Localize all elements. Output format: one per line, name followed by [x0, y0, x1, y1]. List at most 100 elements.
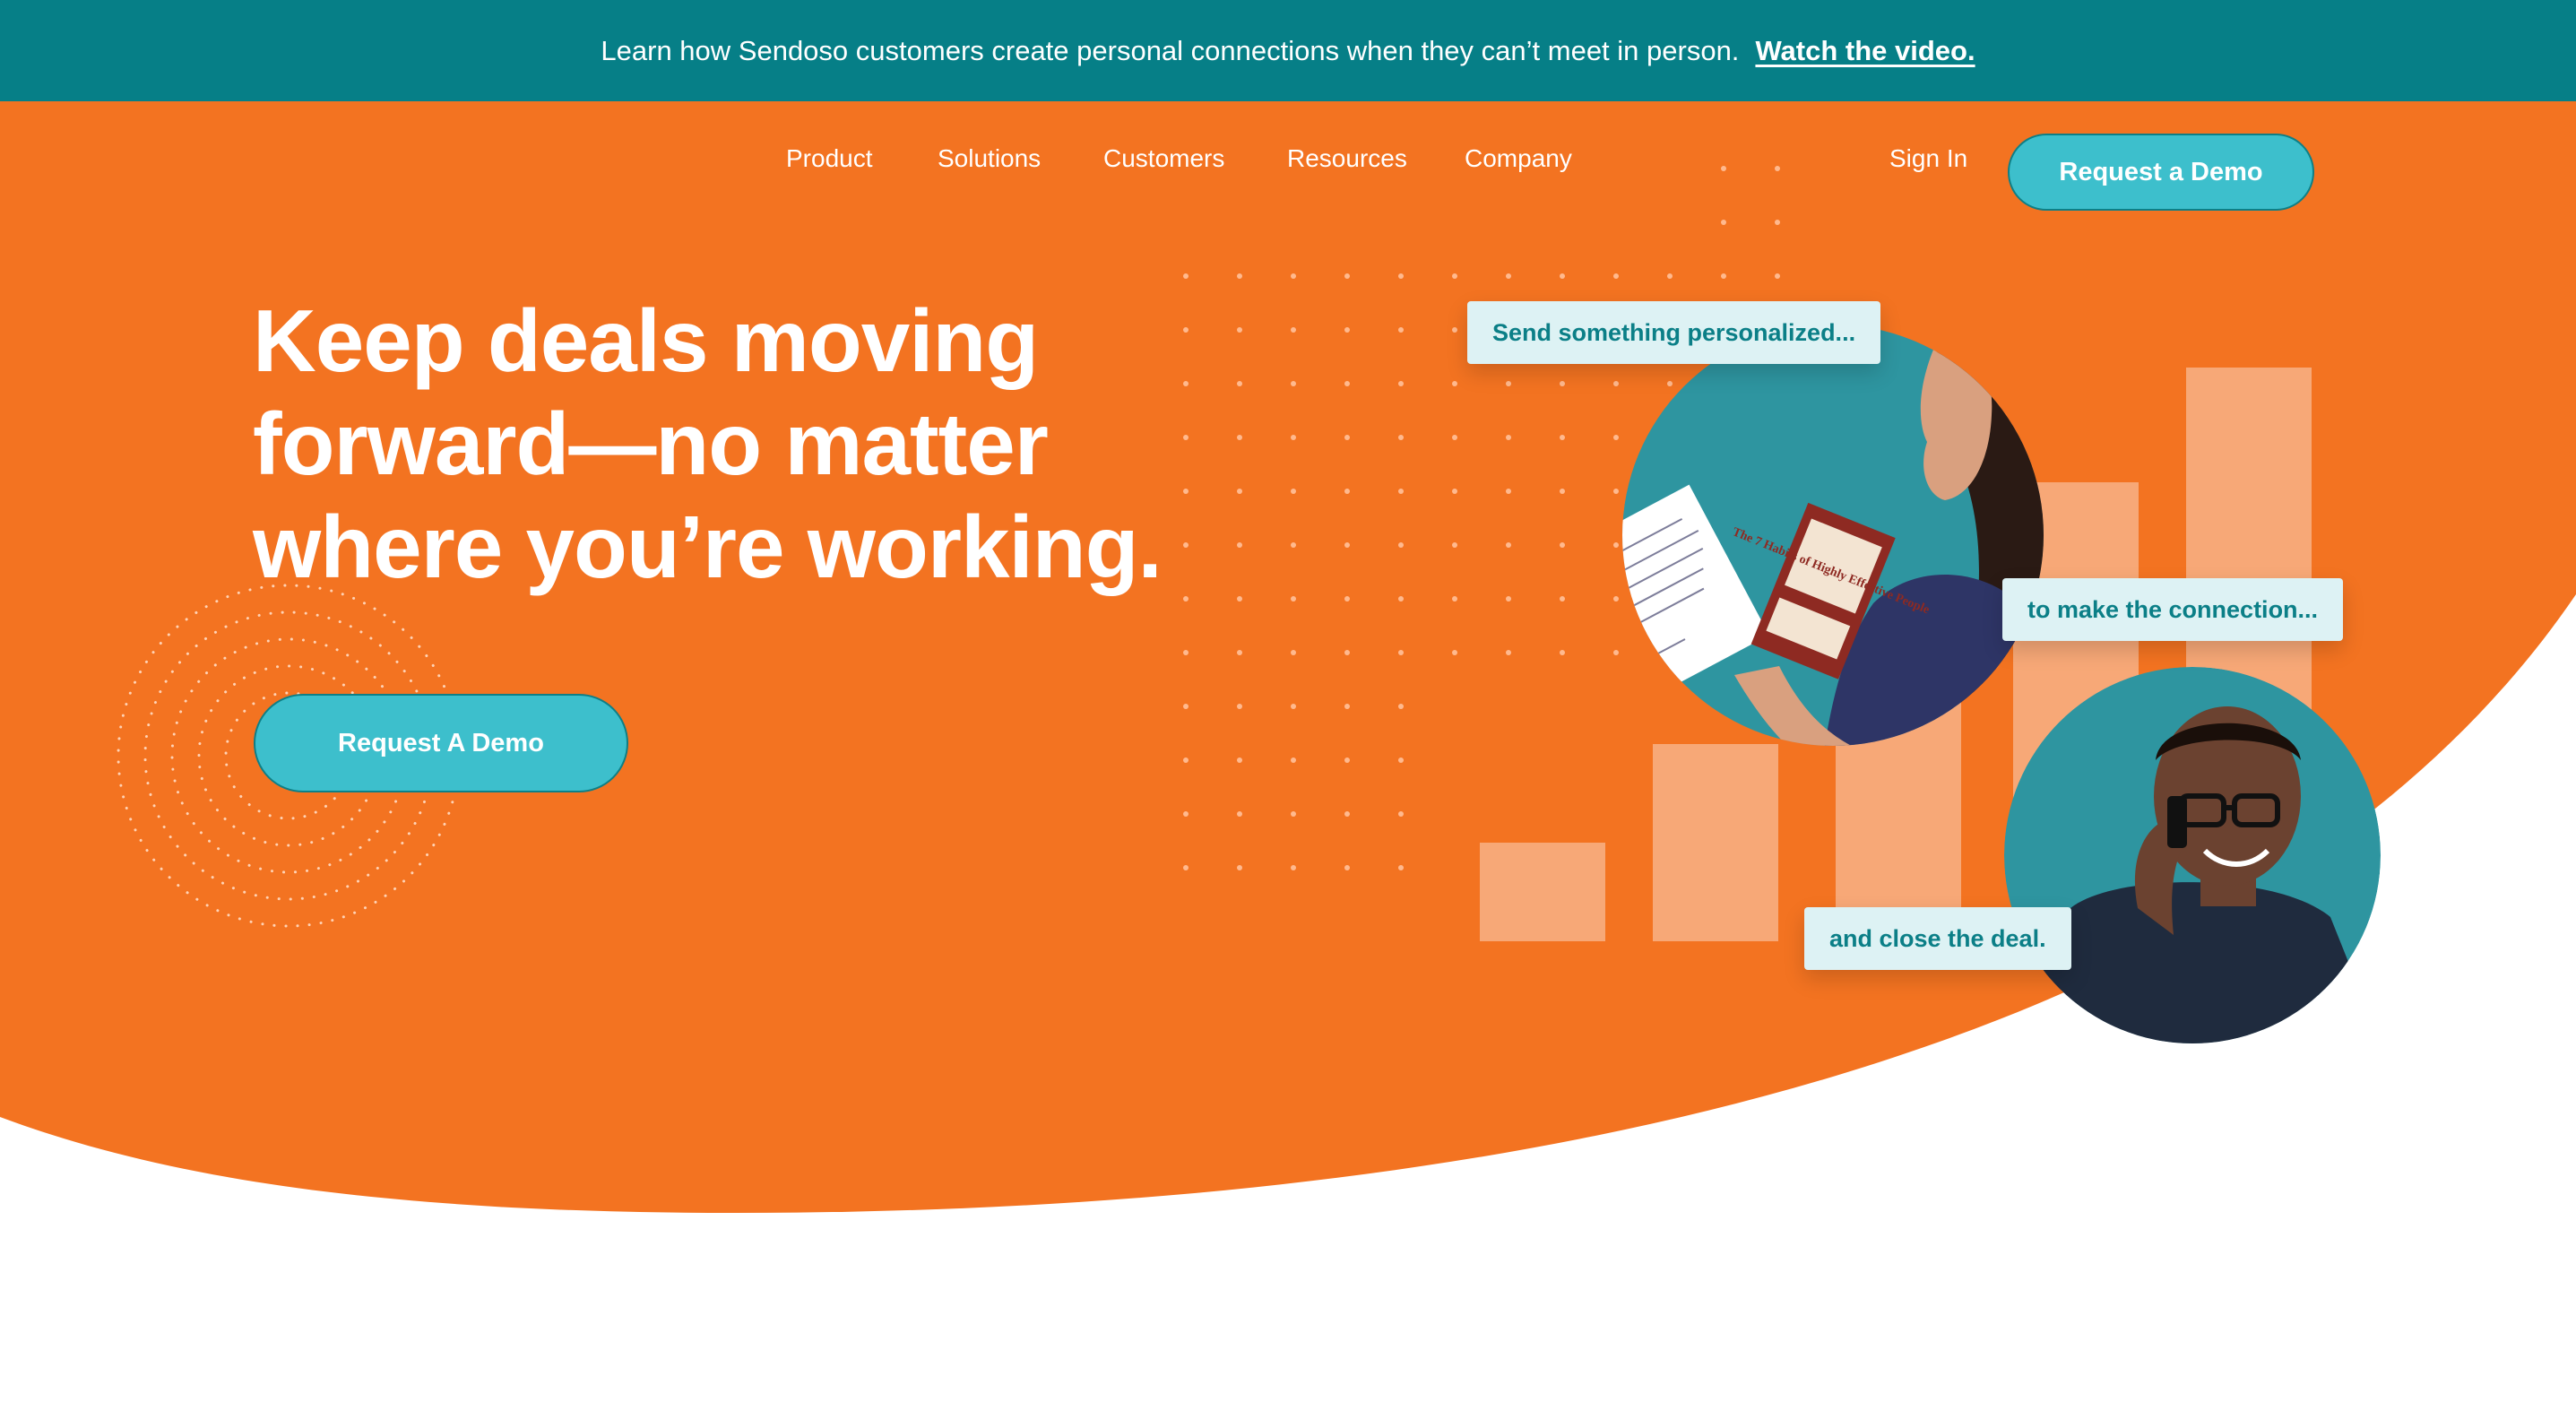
caption-personalized: Send something personalized...	[1467, 301, 1881, 364]
grid-dot	[1613, 650, 1619, 655]
grid-dot	[1613, 273, 1619, 279]
grid-dot	[1560, 489, 1565, 494]
grid-dot	[1237, 650, 1242, 655]
nav-product[interactable]: Product	[786, 137, 873, 180]
grid-dot	[1344, 650, 1350, 655]
grid-dot	[1613, 542, 1619, 548]
grid-dot	[1291, 757, 1296, 763]
phone-icon	[2167, 796, 2187, 848]
grid-dot	[1398, 596, 1404, 602]
grid-dot	[1506, 381, 1511, 386]
grid-dot	[1344, 489, 1350, 494]
grid-dot	[1183, 757, 1189, 763]
grid-dot	[1560, 273, 1565, 279]
grid-dot	[1344, 381, 1350, 386]
grid-dot	[1344, 273, 1350, 279]
grid-dot	[1183, 704, 1189, 709]
hero-request-demo-button[interactable]: Request A Demo	[254, 694, 628, 792]
announcement-bar: Learn how Sendoso customers create perso…	[0, 0, 2576, 101]
woman-photo: The 7 Habits of Highly Effective People	[1622, 325, 2044, 746]
request-demo-button[interactable]: Request a Demo	[2008, 134, 2314, 211]
grid-dot	[1398, 381, 1404, 386]
grid-dot	[1291, 435, 1296, 440]
grid-dot	[1452, 650, 1457, 655]
grid-dot	[1344, 811, 1350, 817]
grid-dot	[1506, 489, 1511, 494]
grid-dot	[1398, 811, 1404, 817]
grid-dot	[1613, 489, 1619, 494]
grid-dot	[1721, 220, 1726, 225]
grid-dot	[1291, 811, 1296, 817]
grid-dot	[1183, 273, 1189, 279]
grid-dot	[1237, 865, 1242, 870]
grid-dot	[1398, 757, 1404, 763]
grid-dot	[1237, 704, 1242, 709]
grid-dot	[1291, 381, 1296, 386]
grid-dot	[1452, 435, 1457, 440]
grid-dot	[1775, 273, 1780, 279]
grid-dot	[1398, 435, 1404, 440]
grid-dot	[1560, 542, 1565, 548]
grid-dot	[1291, 704, 1296, 709]
grid-dot	[1291, 865, 1296, 870]
grid-dot	[1452, 381, 1457, 386]
grid-dot	[1183, 865, 1189, 870]
grid-dot	[1560, 381, 1565, 386]
hero-headline-line-1: Keep deals moving	[253, 291, 1039, 390]
grid-dot	[1344, 704, 1350, 709]
grid-dot	[1291, 327, 1296, 333]
nav-resources[interactable]: Resources	[1287, 137, 1407, 180]
caption-connection: to make the connection...	[2002, 578, 2344, 641]
nav-company[interactable]: Company	[1465, 137, 1572, 180]
grid-dot	[1613, 381, 1619, 386]
man-photo	[2004, 667, 2381, 1043]
grid-dot	[1506, 273, 1511, 279]
grid-dot	[1452, 273, 1457, 279]
hero-headline-line-3: where you’re working.	[253, 498, 1163, 596]
grid-dot	[1667, 273, 1673, 279]
grid-dot	[1452, 327, 1457, 333]
grid-dot	[1667, 381, 1673, 386]
grid-dot	[1613, 596, 1619, 602]
grid-dot	[1560, 596, 1565, 602]
grid-dot	[1344, 865, 1350, 870]
grid-dot	[1344, 542, 1350, 548]
grid-dot	[1344, 757, 1350, 763]
sign-in-link[interactable]: Sign In	[1889, 137, 1967, 180]
grid-dot	[1344, 435, 1350, 440]
grid-dot	[1613, 435, 1619, 440]
grid-dot	[1237, 811, 1242, 817]
grid-dot	[1183, 650, 1189, 655]
hero-headline-line-2: forward—no matter	[253, 394, 1049, 493]
grid-dot	[1721, 166, 1726, 171]
grid-dot	[1291, 650, 1296, 655]
growth-bar-1	[1480, 843, 1605, 941]
hero-headline: Keep deals moving forward—no matter wher…	[253, 290, 1239, 599]
grid-dot	[1775, 166, 1780, 171]
grid-dot	[1398, 650, 1404, 655]
grid-dot	[1452, 542, 1457, 548]
grid-dot	[1344, 327, 1350, 333]
grid-dot	[1398, 273, 1404, 279]
grid-dot	[1344, 596, 1350, 602]
grid-dot	[1291, 273, 1296, 279]
grid-dot	[1291, 596, 1296, 602]
grid-dot	[1452, 596, 1457, 602]
grid-dot	[1398, 704, 1404, 709]
watch-video-link[interactable]: Watch the video.	[1755, 35, 1975, 67]
grid-dot	[1775, 220, 1780, 225]
grid-dot	[1721, 273, 1726, 279]
grid-dot	[1183, 811, 1189, 817]
grid-dot	[1506, 542, 1511, 548]
nav-solutions[interactable]: Solutions	[938, 137, 1041, 180]
announcement-message: Learn how Sendoso customers create perso…	[601, 34, 1740, 66]
grid-dot	[1291, 489, 1296, 494]
grid-dot	[1452, 489, 1457, 494]
grid-dot	[1398, 865, 1404, 870]
grid-dot	[1398, 542, 1404, 548]
nav-customers[interactable]: Customers	[1103, 137, 1224, 180]
grid-dot	[1237, 757, 1242, 763]
grid-dot	[1291, 542, 1296, 548]
grid-dot	[1506, 435, 1511, 440]
grid-dot	[1560, 435, 1565, 440]
